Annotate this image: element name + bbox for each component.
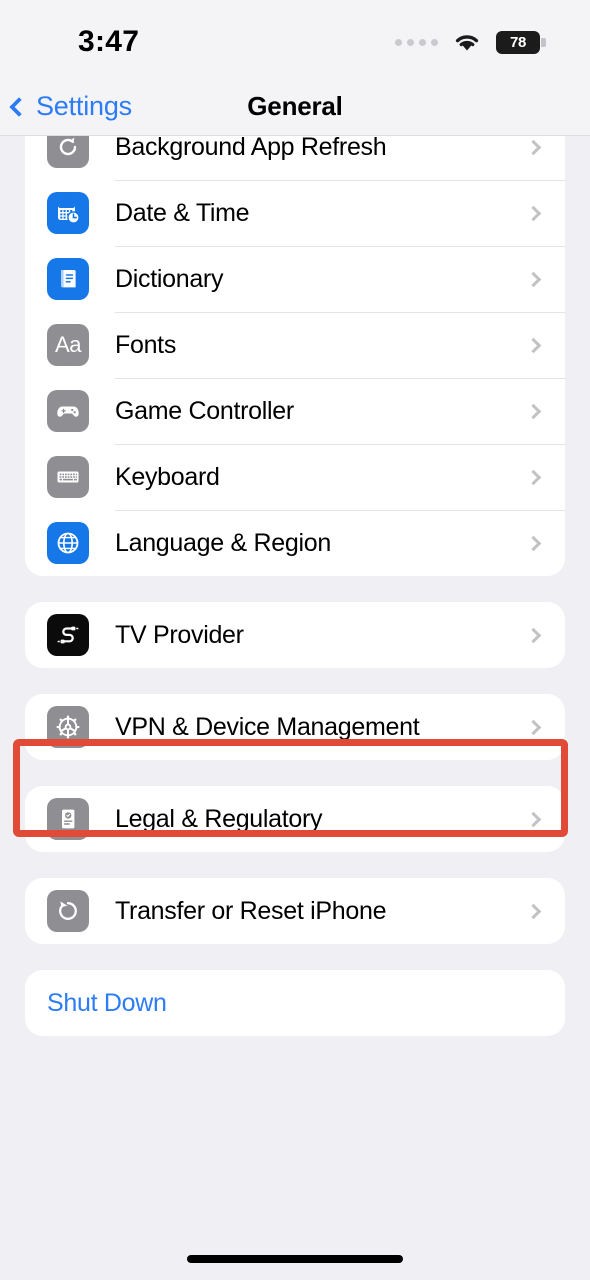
general-options-group: Background App Refresh Date & Time Dicti…: [25, 136, 565, 576]
settings-row-label: Keyboard: [115, 462, 220, 491]
settings-row-label: Transfer or Reset iPhone: [115, 896, 387, 925]
chevron-right-icon: [525, 811, 542, 827]
settings-row-background-app-refresh[interactable]: Background App Refresh: [25, 136, 565, 180]
fonts-icon: Aa: [47, 324, 89, 366]
settings-row-game-controller[interactable]: Game Controller: [25, 378, 565, 444]
settings-row-legal-regulatory[interactable]: Legal & Regulatory: [25, 786, 565, 852]
legal-group: Legal & Regulatory: [25, 786, 565, 852]
status-bar: 3:47 78: [0, 0, 590, 78]
settings-row-label: Fonts: [115, 330, 177, 359]
settings-row-label: Game Controller: [115, 396, 294, 425]
game-controller-icon: [47, 390, 89, 432]
chevron-right-icon: [525, 903, 542, 919]
back-button[interactable]: Settings: [9, 91, 132, 122]
settings-row-label: Legal & Regulatory: [115, 804, 323, 833]
battery-icon: 78: [496, 30, 546, 54]
background-app-refresh-icon: [47, 136, 89, 168]
chevron-right-icon: [525, 139, 542, 155]
settings-row-label: Dictionary: [115, 264, 224, 293]
wifi-icon: [452, 31, 482, 53]
chevron-right-icon: [525, 627, 542, 643]
settings-row-tv-provider[interactable]: TV Provider: [25, 602, 565, 668]
settings-row-label: Language & Region: [115, 528, 331, 557]
battery-percent-label: 78: [509, 33, 527, 51]
language-region-icon: [47, 522, 89, 564]
chevron-right-icon: [525, 337, 542, 353]
settings-row-date-time[interactable]: Date & Time: [25, 180, 565, 246]
settings-row-label: Background App Refresh: [115, 136, 387, 161]
chevron-right-icon: [525, 205, 542, 221]
chevron-left-icon: [9, 96, 29, 117]
settings-row-transfer-reset-iphone[interactable]: Transfer or Reset iPhone: [25, 878, 565, 944]
keyboard-icon: [47, 456, 89, 498]
settings-row-label: VPN & Device Management: [115, 712, 420, 741]
transfer-reset-icon: [47, 890, 89, 932]
status-bar-time: 3:47: [78, 25, 140, 58]
settings-row-label: TV Provider: [115, 620, 244, 649]
settings-row-language-region[interactable]: Language & Region: [25, 510, 565, 576]
shut-down-group: Shut Down: [25, 970, 565, 1036]
settings-row-fonts[interactable]: Aa Fonts: [25, 312, 565, 378]
shut-down-label: Shut Down: [47, 988, 167, 1017]
navigation-bar: Settings General: [0, 78, 590, 136]
vpn-device-management-icon: [47, 706, 89, 748]
home-indicator[interactable]: [187, 1255, 403, 1263]
tv-provider-icon: [47, 614, 89, 656]
transfer-reset-group: Transfer or Reset iPhone: [25, 878, 565, 944]
dictionary-icon: [47, 258, 89, 300]
chevron-right-icon: [525, 271, 542, 287]
settings-row-shut-down[interactable]: Shut Down: [25, 970, 565, 1036]
status-bar-indicators: 78: [395, 30, 546, 54]
chevron-right-icon: [525, 403, 542, 419]
settings-row-keyboard[interactable]: Keyboard: [25, 444, 565, 510]
settings-row-vpn-device-management[interactable]: VPN & Device Management: [25, 694, 565, 760]
legal-regulatory-icon: [47, 798, 89, 840]
tv-provider-group: TV Provider: [25, 602, 565, 668]
chevron-right-icon: [525, 469, 542, 485]
back-button-label: Settings: [36, 91, 132, 121]
date-time-icon: [47, 192, 89, 234]
chevron-right-icon: [525, 535, 542, 551]
settings-list[interactable]: Background App Refresh Date & Time Dicti…: [0, 136, 590, 1280]
vpn-group: VPN & Device Management: [25, 694, 565, 760]
settings-row-label: Date & Time: [115, 198, 250, 227]
cellular-dots-icon: [395, 38, 438, 46]
chevron-right-icon: [525, 719, 542, 735]
settings-row-dictionary[interactable]: Dictionary: [25, 246, 565, 312]
